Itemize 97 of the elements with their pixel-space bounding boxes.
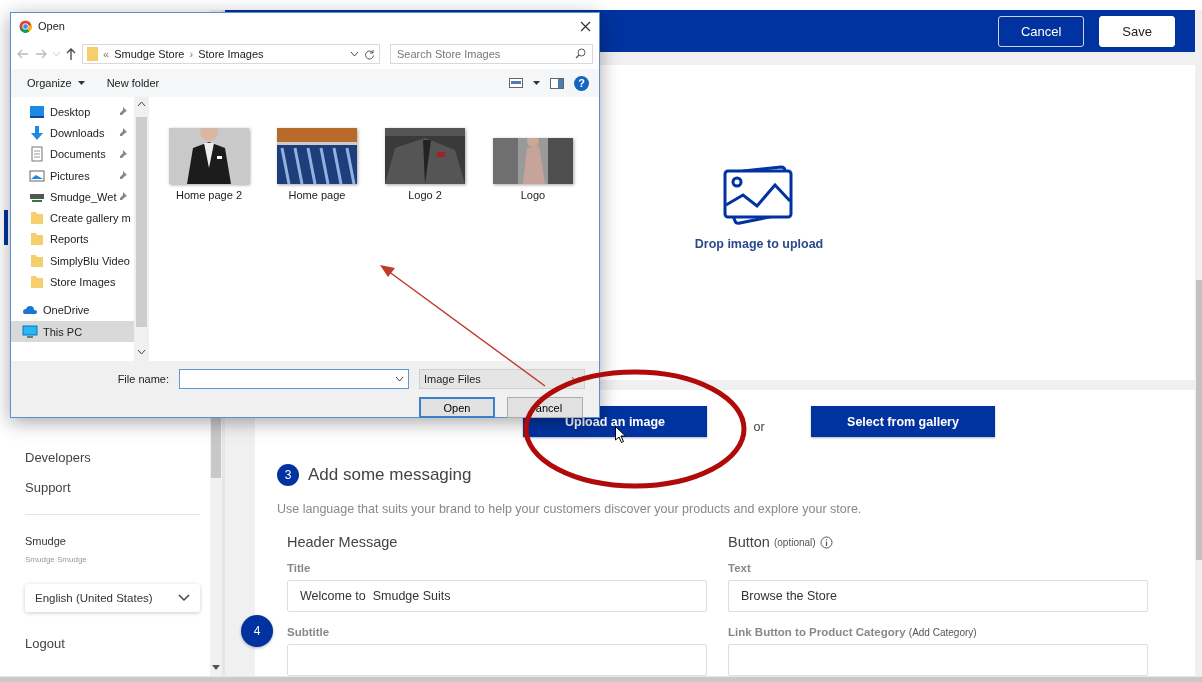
folder-icon	[29, 252, 45, 269]
pictures-icon	[29, 167, 45, 184]
step-number: 4	[241, 615, 273, 647]
dialog-title: Open	[38, 20, 66, 32]
pin-icon[interactable]	[119, 169, 128, 180]
section-description: Use language that suits your brand to help your customers discover your products and explore your store.	[277, 502, 863, 516]
info-icon[interactable]	[819, 535, 833, 549]
new-folder-button[interactable]: New folder	[106, 77, 160, 89]
pin-icon[interactable]	[119, 127, 128, 138]
folder-icon	[29, 274, 45, 290]
view-icon[interactable]	[509, 78, 523, 88]
nav-item[interactable]: Documents	[11, 143, 134, 165]
save-button[interactable]: Save	[1099, 15, 1175, 47]
scroll-down-icon[interactable]	[212, 665, 220, 670]
nav-item[interactable]: Reports	[11, 228, 134, 251]
horizontal-scrollbar[interactable]	[0, 676, 1202, 682]
scrollbar-thumb[interactable]	[211, 418, 221, 478]
field-label: Title	[287, 562, 312, 574]
organize-menu[interactable]: Organize	[27, 77, 85, 89]
close-icon[interactable]	[580, 20, 591, 32]
optional-note: (optional)	[773, 536, 816, 548]
scrollbar-thumb[interactable]	[1196, 280, 1202, 560]
forward-icon[interactable]	[35, 49, 47, 59]
address-bar[interactable]: « Smudge Store › Store Images	[82, 44, 380, 64]
logout-link[interactable]: Logout	[0, 636, 210, 651]
nav-item[interactable]: Store Images	[11, 271, 134, 293]
section-title: Add some messaging	[308, 465, 472, 485]
back-icon[interactable]	[17, 49, 29, 59]
search-icon	[575, 48, 586, 59]
category-field[interactable]	[728, 644, 1148, 676]
pin-icon[interactable]	[119, 191, 128, 202]
button-text-field[interactable]: Browse the Store	[728, 580, 1148, 612]
folder-icon	[87, 47, 98, 61]
group-heading: Header Message	[287, 534, 399, 550]
chevron-down-icon	[178, 594, 190, 602]
field-label: Text	[728, 562, 752, 574]
user-name: Smudge	[24, 535, 67, 547]
cursor-icon	[615, 426, 626, 443]
preview-pane-icon[interactable]	[550, 77, 564, 89]
language-dropdown[interactable]: English (United States)	[25, 584, 200, 612]
subtitle-field[interactable]	[287, 644, 707, 676]
scrollbar-thumb[interactable]	[136, 117, 147, 327]
folder-icon	[29, 210, 45, 227]
nav-item[interactable]: This PC	[11, 320, 134, 343]
folder-icon	[29, 231, 45, 248]
path-separator[interactable]: ›	[189, 48, 194, 60]
caret-icon[interactable]	[77, 81, 85, 85]
open-button[interactable]: Open	[419, 397, 495, 418]
group-heading: Button	[728, 534, 770, 550]
pc-icon	[22, 323, 38, 340]
sidebar-item[interactable]: Support	[0, 478, 210, 508]
add-category-link[interactable]: (Add Category)	[908, 627, 977, 638]
drop-prompt: Drop image to upload	[694, 236, 824, 251]
field-label: File name:	[117, 373, 169, 385]
user-subtitle: Smudge Smudge	[24, 554, 88, 564]
downloads-icon	[29, 124, 45, 141]
nav-item[interactable]: SimplyBlu Video	[11, 250, 134, 272]
cancel-button[interactable]: ancel	[507, 397, 583, 418]
file-name[interactable]: Home page	[288, 189, 346, 201]
file-name[interactable]: Home page 2	[175, 189, 242, 201]
file-type-dropdown[interactable]: Image Files	[419, 369, 585, 389]
nav-item[interactable]: OneDrive	[11, 299, 134, 321]
nav-item[interactable]: Desktop	[11, 101, 134, 123]
file-name-field[interactable]	[179, 369, 409, 389]
nav-item[interactable]: Smudge_Wet	[11, 186, 134, 208]
scroll-down-icon[interactable]	[137, 349, 146, 355]
desktop-icon	[29, 103, 45, 120]
gallery-button[interactable]: Select from gallery	[811, 406, 995, 437]
nav-item[interactable]: Pictures	[11, 164, 134, 187]
path-overflow[interactable]: «	[103, 48, 110, 60]
file-name[interactable]: Logo	[520, 189, 546, 201]
chevron-down-icon[interactable]	[395, 376, 404, 382]
field-label: Link Button to Product Category	[728, 626, 906, 638]
scroll-up-icon[interactable]	[137, 101, 146, 107]
documents-icon	[29, 146, 45, 163]
app-icon	[19, 19, 32, 33]
refresh-icon[interactable]	[364, 48, 375, 60]
step-number: 3	[277, 464, 299, 486]
chevron-down-icon[interactable]	[571, 376, 580, 382]
pin-icon[interactable]	[119, 106, 128, 116]
nav-item[interactable]: Create gallery m	[11, 207, 134, 229]
pin-icon[interactable]	[119, 148, 128, 159]
search-field[interactable]: Search Store Images	[390, 44, 593, 64]
path-segment[interactable]: Smudge Store	[114, 48, 185, 60]
path-segment[interactable]: Store Images	[198, 48, 264, 60]
cancel-button[interactable]: Cancel	[997, 15, 1085, 47]
image-icon	[723, 164, 795, 225]
or-separator: or	[752, 418, 766, 434]
up-arrow-icon[interactable]	[66, 48, 76, 60]
sidebar-item[interactable]: Developers	[0, 448, 210, 478]
title-field[interactable]: Welcome to Smudge Suits	[287, 580, 707, 612]
field-label: Subtitle	[287, 626, 331, 638]
chevron-down-icon[interactable]	[350, 51, 359, 57]
file-name[interactable]: Logo 2	[408, 189, 442, 201]
nav-item[interactable]: Downloads	[11, 122, 134, 144]
caret-icon[interactable]	[533, 81, 540, 85]
help-icon[interactable]: ?	[574, 75, 589, 91]
